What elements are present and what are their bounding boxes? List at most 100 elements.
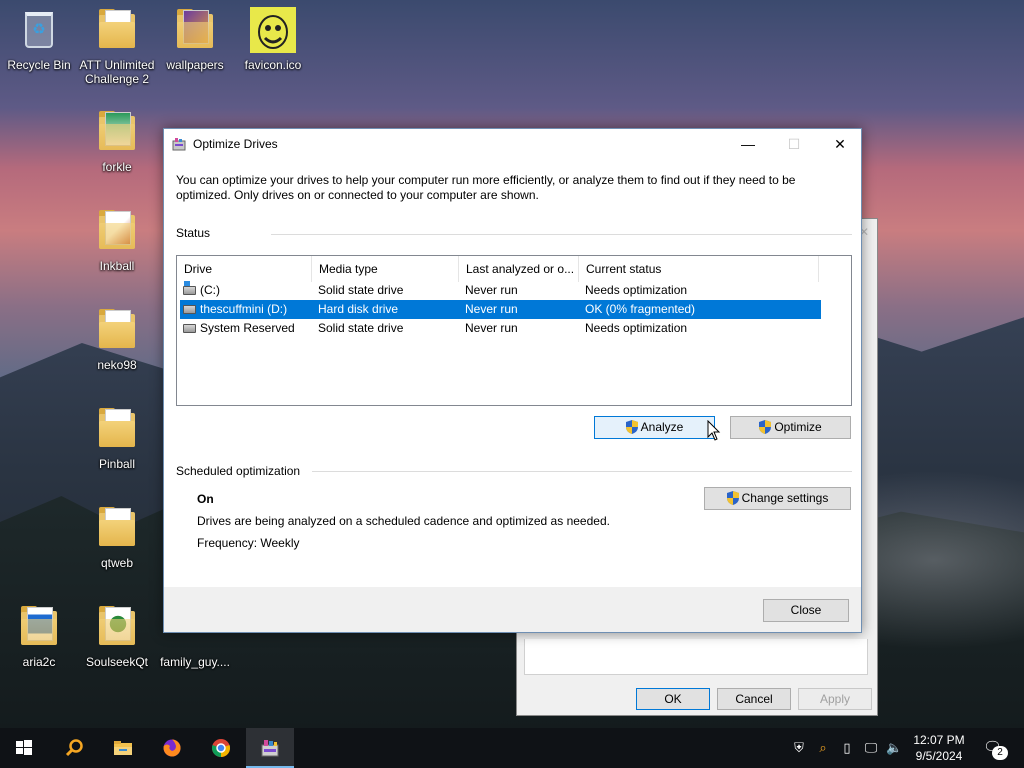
volume-muted-icon[interactable]: 🔈 xyxy=(886,740,902,756)
desktop-icon-label: aria2c xyxy=(22,655,56,669)
hard-drive-icon xyxy=(183,324,196,333)
last-analyzed: Never run xyxy=(465,302,518,316)
desktop-icon-forkle[interactable]: forkle xyxy=(79,108,155,174)
change-settings-button[interactable]: Change settings xyxy=(704,487,851,510)
close-button[interactable]: ✕ xyxy=(817,129,863,159)
desktop-icon-aria2c[interactable]: aria2c xyxy=(1,603,77,669)
close-dialog-button[interactable]: Close xyxy=(763,599,849,622)
status-section-label: Status xyxy=(176,226,211,240)
cancel-button[interactable]: Cancel xyxy=(717,688,791,710)
start-button[interactable] xyxy=(0,728,48,768)
desktop-icon-qtweb[interactable]: qtweb xyxy=(79,504,155,570)
schedule-state: On xyxy=(197,492,214,506)
optimize-drives-dialog: Optimize Drives — ☐ ✕ You can optimize y… xyxy=(163,128,862,633)
search-tray-icon[interactable]: ⌕ xyxy=(815,740,831,756)
drive-name: (C:) xyxy=(200,283,220,297)
column-header-last-analyzed[interactable]: Last analyzed or o... xyxy=(459,256,579,282)
desktop-icon-soulseekqt[interactable]: SoulseekQt xyxy=(79,603,155,669)
clock-date: 9/5/2024 xyxy=(915,749,963,763)
network-icon[interactable]: 🖵 xyxy=(863,740,879,756)
search-button[interactable] xyxy=(50,728,98,768)
taskbar-optimize-drives[interactable] xyxy=(246,728,294,768)
recycle-bin-icon: ♻ xyxy=(15,6,63,54)
desktop-icon-favicon[interactable]: favicon.ico xyxy=(235,6,311,72)
apply-button[interactable]: Apply xyxy=(798,688,872,710)
mouse-cursor-icon xyxy=(707,420,721,441)
current-status: Needs optimization xyxy=(585,283,688,297)
system-clock[interactable]: 12:07 PM 9/5/2024 xyxy=(905,732,973,764)
column-header-media-type[interactable]: Media type xyxy=(312,256,459,282)
firefox-icon xyxy=(163,739,181,757)
analyze-button[interactable]: Analyze xyxy=(594,416,715,439)
minimize-button[interactable]: — xyxy=(725,129,771,159)
optimize-label: Optimize xyxy=(774,420,822,434)
folder-icon xyxy=(93,207,141,255)
column-header-drive[interactable]: Drive xyxy=(177,256,312,282)
desktop-icon-pinball[interactable]: Pinball xyxy=(79,405,155,471)
media-type: Hard disk drive xyxy=(318,302,399,316)
folder-icon xyxy=(171,6,219,54)
analyze-label: Analyze xyxy=(640,420,684,434)
defrag-app-icon xyxy=(261,740,279,757)
drive-row-system-reserved[interactable]: System Reserved Solid state drive Never … xyxy=(180,319,821,338)
desktop-icon-inkball[interactable]: Inkball xyxy=(79,207,155,273)
current-status: Needs optimization xyxy=(585,321,688,335)
desktop-icon-label: qtweb xyxy=(100,556,134,570)
uac-shield-icon xyxy=(625,420,638,434)
drives-list-header: Drive Media type Last analyzed or o... C… xyxy=(177,256,851,282)
uac-shield-icon xyxy=(726,491,739,505)
defender-shield-icon[interactable]: ⛨ xyxy=(791,740,807,756)
chrome-icon xyxy=(211,739,231,757)
desktop-icon-label: Pinball xyxy=(98,457,136,471)
drives-list[interactable]: Drive Media type Last analyzed or o... C… xyxy=(176,255,852,406)
desktop-icon-att-unlimited[interactable]: ATT Unlimited Challenge 2 xyxy=(79,6,155,86)
drive-name: thescuffmini (D:) xyxy=(200,302,288,316)
image-file-icon xyxy=(249,6,297,54)
drive-row-c[interactable]: (C:) Solid state drive Never run Needs o… xyxy=(180,281,821,300)
maximize-button[interactable]: ☐ xyxy=(771,129,817,159)
change-settings-label: Change settings xyxy=(741,491,829,505)
folder-icon xyxy=(93,108,141,156)
uac-shield-icon xyxy=(759,420,772,434)
folder-icon xyxy=(93,405,141,453)
drive-name: System Reserved xyxy=(200,321,295,335)
taskbar-firefox[interactable] xyxy=(148,728,196,768)
scheduled-section-label: Scheduled optimization xyxy=(176,464,301,478)
media-type: Solid state drive xyxy=(318,283,404,297)
last-analyzed: Never run xyxy=(465,283,518,297)
taskbar-file-explorer[interactable] xyxy=(99,728,147,768)
title-bar[interactable]: Optimize Drives — ☐ ✕ xyxy=(164,129,861,159)
desktop-icon-label: ATT Unlimited Challenge 2 xyxy=(79,58,155,86)
optimize-button[interactable]: Optimize xyxy=(730,416,851,439)
desktop-icon-label: SoulseekQt xyxy=(85,655,149,669)
column-header-current-status[interactable]: Current status xyxy=(579,256,819,282)
ok-button[interactable]: OK xyxy=(636,688,710,710)
clock-time: 12:07 PM xyxy=(913,733,965,747)
desktop-icon-wallpapers[interactable]: wallpapers xyxy=(157,6,233,72)
desktop-icon-label: favicon.ico xyxy=(244,58,302,72)
search-icon xyxy=(65,739,83,757)
system-drive-icon xyxy=(183,281,196,295)
desktop-icon-label: Inkball xyxy=(99,259,135,273)
windows-logo-icon xyxy=(16,740,32,755)
folder-icon xyxy=(15,603,63,651)
window-title: Optimize Drives xyxy=(193,137,278,151)
desktop-icon-recycle-bin[interactable]: ♻ Recycle Bin xyxy=(1,6,77,72)
drive-row-d[interactable]: thescuffmini (D:) Hard disk drive Never … xyxy=(180,300,821,319)
desktop-icon-label: wallpapers xyxy=(166,58,224,72)
desktop-icon-neko98[interactable]: neko98 xyxy=(79,306,155,372)
hard-drive-icon xyxy=(183,305,196,314)
notification-count-badge: 2 xyxy=(992,746,1008,760)
dialog-footer: Close xyxy=(164,587,861,632)
usb-device-icon[interactable]: ▯ xyxy=(839,740,855,756)
scheduled-divider xyxy=(312,471,852,472)
taskbar: ⛨ ⌕ ▯ 🖵 🔈 12:07 PM 9/5/2024 🗨 2 xyxy=(0,728,1024,768)
media-type: Solid state drive xyxy=(318,321,404,335)
status-divider xyxy=(271,234,852,235)
folder-icon xyxy=(93,603,141,651)
desktop-icon-label: family_guy.... xyxy=(160,655,230,669)
desktop-icon-label: forkle xyxy=(102,160,132,174)
taskbar-chrome[interactable] xyxy=(197,728,245,768)
current-status: OK (0% fragmented) xyxy=(585,302,696,316)
last-analyzed: Never run xyxy=(465,321,518,335)
